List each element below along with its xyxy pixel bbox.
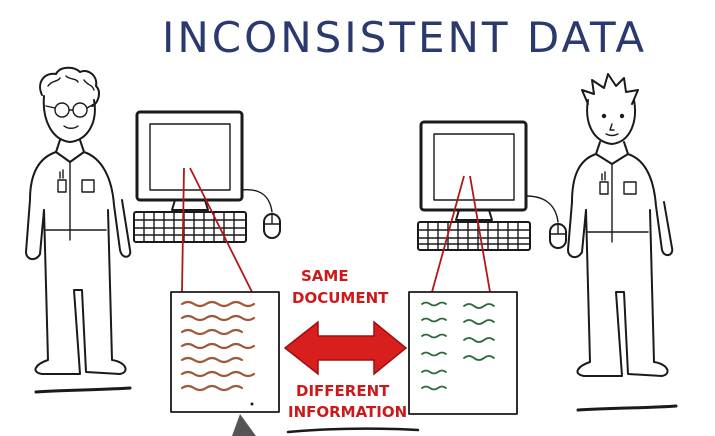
person-left-illustration: [25, 66, 132, 394]
mouse-left-icon: [263, 213, 281, 239]
same-label-line2: DOCUMENT: [292, 289, 389, 307]
ground-line-center: [286, 427, 420, 434]
document-right: [408, 291, 518, 415]
diagram-svg: INCONSISTENT DATA SAME DOCUMENT DIFFEREN…: [25, 13, 678, 436]
computer-right-icon: [417, 120, 559, 251]
computer-left-icon: [133, 110, 273, 243]
double-arrow-icon: [283, 320, 408, 376]
mouse-right-icon: [549, 223, 567, 249]
document-left: [170, 291, 280, 413]
pointer-shape: [232, 414, 256, 436]
different-label-line1: DIFFERENT: [296, 382, 390, 400]
same-label-line1: SAME: [301, 267, 349, 285]
diagram-title: INCONSISTENT DATA: [162, 13, 647, 62]
different-label-line2: INFORMATION: [288, 403, 407, 421]
connector-lines-right: [431, 175, 491, 293]
diagram-canvas: INCONSISTENT DATA SAME DOCUMENT DIFFEREN…: [0, 0, 715, 436]
person-right-illustration: [567, 73, 678, 412]
